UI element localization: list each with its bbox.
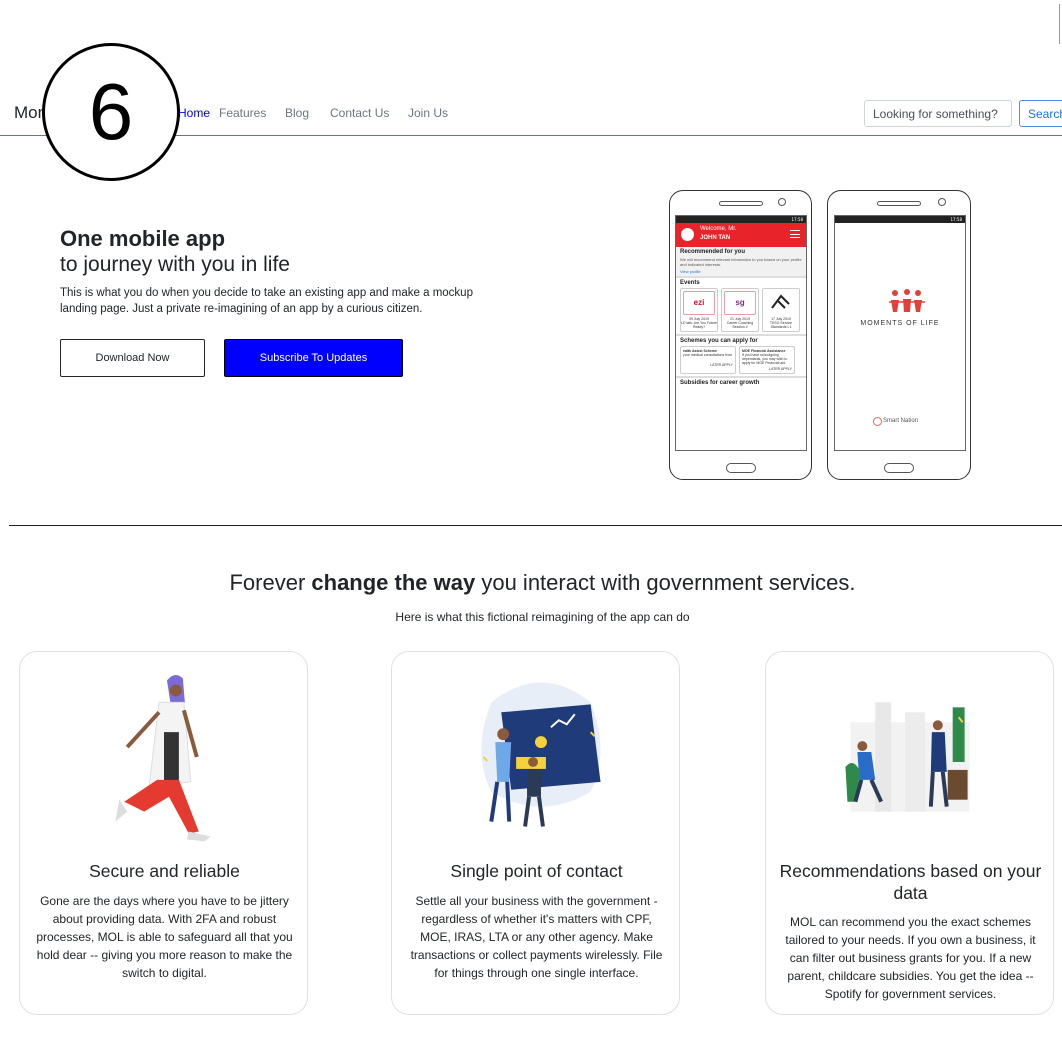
events-section: Events ezi 09 July 2019 LD talk: Are You… — [676, 278, 806, 336]
event-card: 17 July 2019 TKSG Service Standards L1 — [762, 288, 800, 332]
speaker-grille — [718, 201, 763, 206]
event-logo-icon — [765, 291, 797, 315]
card-title: Single point of contact — [450, 861, 623, 881]
card-title: Secure and reliable — [89, 861, 240, 881]
phone-mockup-splash: 17:58 MOMENTS OF LIFE Smart Nation — [827, 190, 971, 480]
features-subtitle: Here is what this fictional reimagining … — [395, 610, 690, 624]
feature-card-secure: Secure and reliable Gone are the days wh… — [19, 651, 308, 1015]
app-header: Welcome, Mr. JOHN TAN — [676, 223, 806, 247]
camera-icon — [938, 198, 946, 206]
event-card: ezi 09 July 2019 LD talk: Are You Future… — [680, 288, 718, 332]
hero-title: One mobile app — [60, 226, 226, 251]
phone-screen: 17:58 MOMENTS OF LIFE Smart Nation — [834, 215, 966, 451]
avatar — [681, 228, 694, 241]
phone-screen: 17:58 Welcome, Mr. JOHN TAN Recommended … — [675, 215, 807, 451]
feature-card-contact: Single point of contact Settle all your … — [391, 651, 680, 1015]
user-name: JOHN TAN — [700, 235, 731, 241]
step-number-badge: 6 — [42, 43, 180, 181]
camera-icon — [778, 198, 786, 206]
nav-link-home[interactable]: Home — [178, 106, 210, 120]
card-text: Gone are the days where you have to be j… — [36, 894, 293, 980]
hamburger-menu-icon — [790, 230, 800, 238]
family-logo-icon — [889, 289, 925, 312]
features-title: Forever change the way you interact with… — [229, 570, 856, 595]
nav-link-features[interactable]: Features — [219, 106, 266, 120]
scheme-card: ealth Assist Scheme your medical consult… — [680, 346, 736, 374]
speaker-grille — [877, 201, 921, 206]
nav-link-contact-us[interactable]: Contact Us — [330, 106, 389, 120]
feature-card-recommendations: Recommendations based on your data MOL c… — [765, 651, 1054, 1015]
card-title: Recommendations based on your data — [779, 861, 1042, 903]
search-button[interactable]: Search — [1019, 100, 1062, 127]
card-text: Settle all your business with the govern… — [410, 894, 663, 980]
recommended-section: Recommended for you We will recommend re… — [676, 247, 806, 278]
scheme-card: MOE Financial Assistance If you have sch… — [739, 346, 795, 374]
status-bar: 17:58 — [835, 216, 965, 223]
nav-link-blog[interactable]: Blog — [285, 106, 309, 120]
walking-woman-illustration — [115, 675, 211, 842]
card-text: MOL can recommend you the exact schemes … — [785, 915, 1036, 1001]
event-card: sg 21 July 2019 Career Coaching Session … — [721, 288, 759, 332]
nav-link-join-us[interactable]: Join Us — [408, 106, 448, 120]
hero-subtitle: to journey with you in life — [60, 253, 290, 276]
welcome-text: Welcome, Mr. — [700, 226, 737, 232]
office-illustration — [845, 702, 970, 812]
home-button — [725, 463, 756, 473]
subsidies-section: Subsidies for career growth — [680, 380, 760, 386]
app-name: MOMENTS OF LIFE — [860, 320, 940, 327]
smart-nation-text: Smart Nation — [883, 418, 919, 424]
search-input[interactable] — [864, 100, 1012, 127]
edge-mark — [1058, 4, 1060, 44]
schemes-section: Schemes you can apply for ealth Assist S… — [676, 336, 806, 378]
home-button — [884, 463, 914, 473]
smart-nation-logo-icon — [873, 417, 882, 426]
presentation-board-illustration — [481, 682, 601, 827]
section-divider — [9, 525, 1062, 526]
subscribe-button[interactable]: Subscribe To Updates — [224, 339, 403, 377]
phone-mockup-app-home: 17:58 Welcome, Mr. JOHN TAN Recommended … — [669, 190, 812, 480]
hero-description: This is what you do when you decide to t… — [60, 287, 473, 315]
status-bar: 17:58 — [676, 216, 806, 223]
download-now-button[interactable]: Download Now — [60, 339, 205, 377]
